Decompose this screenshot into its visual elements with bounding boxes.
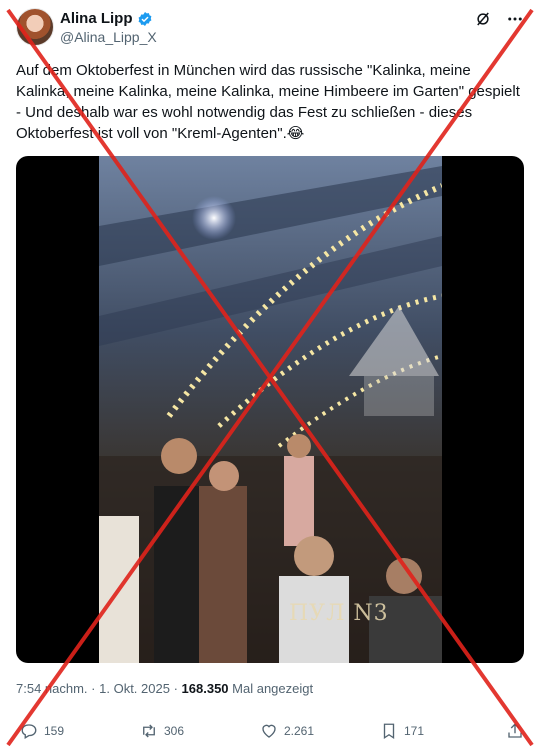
author-handle[interactable]: @Alina_Lipp_X (60, 29, 157, 45)
beer-tent-scene (99, 156, 442, 663)
reply-button[interactable]: 159 (20, 722, 64, 740)
action-bar: 159 306 2.261 171 (16, 722, 524, 744)
view-count: 168.350 (181, 681, 229, 696)
meta-separator: · (173, 681, 182, 696)
tweet-meta: 7:54 nachm. · 1. Okt. 2025 · 168.350 Mal… (16, 681, 313, 696)
tweet-date[interactable]: 1. Okt. 2025 (99, 681, 170, 696)
video-player[interactable]: ПУЛ N3 (16, 156, 524, 663)
bookmark-count: 171 (404, 724, 425, 738)
repost-count: 306 (164, 724, 185, 738)
tweet-text: Auf dem Oktoberfest in München wird das … (16, 62, 520, 142)
author-name-row: Alina Lipp (60, 10, 153, 27)
bookmark-icon (383, 723, 395, 740)
grok-icon[interactable] (474, 10, 492, 28)
verified-badge-icon (138, 11, 151, 26)
tweet-time[interactable]: 7:54 nachm. (16, 681, 88, 696)
share-button[interactable] (506, 722, 524, 740)
tweet-header: Alina Lipp @Alina_Lipp_X (16, 8, 524, 48)
meta-separator: · (91, 681, 100, 696)
heart-icon (262, 724, 276, 738)
bookmark-button[interactable]: 171 (380, 722, 424, 740)
video-watermark: ПУЛ N3 (289, 601, 389, 626)
view-label: Mal angezeigt (232, 681, 314, 696)
video-frame[interactable]: ПУЛ N3 (99, 156, 442, 663)
avatar[interactable] (16, 8, 54, 46)
repost-button[interactable]: 306 (140, 722, 184, 740)
author-name[interactable]: Alina Lipp (60, 10, 133, 27)
like-button[interactable]: 2.261 (260, 722, 314, 740)
share-icon (508, 723, 522, 738)
like-count: 2.261 (284, 724, 315, 738)
reply-count: 159 (44, 724, 65, 738)
reply-icon (21, 724, 37, 739)
more-options-icon[interactable] (506, 10, 524, 28)
header-actions (474, 10, 524, 28)
repost-icon (143, 724, 155, 738)
